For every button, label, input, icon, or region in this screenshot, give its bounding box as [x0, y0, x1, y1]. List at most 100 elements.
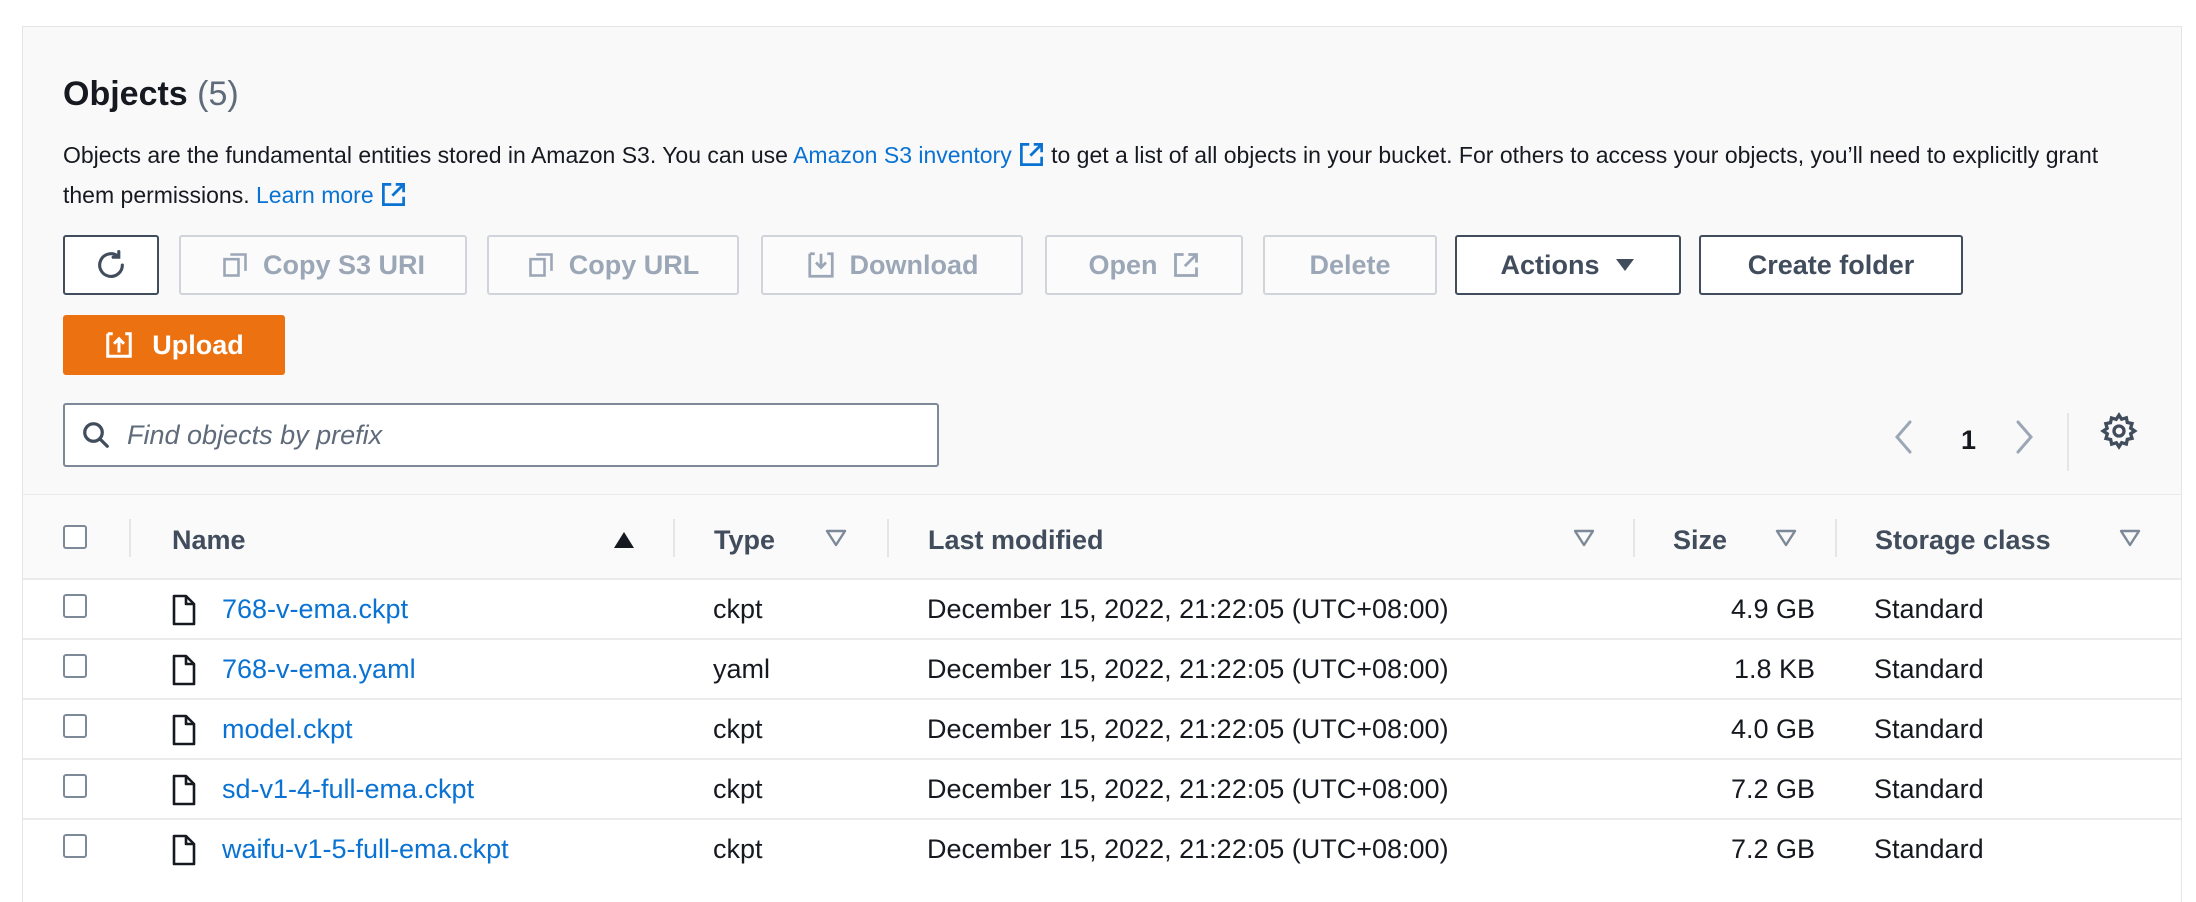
- file-icon: [172, 594, 196, 626]
- object-size: 7.2 GB: [1730, 834, 1815, 864]
- object-last-modified: December 15, 2022, 21:22:05 (UTC+08:00): [927, 654, 1449, 684]
- objects-title-text: Objects: [63, 75, 188, 113]
- search-icon: [83, 422, 109, 448]
- object-name-link[interactable]: 768-v-ema.ckpt: [222, 594, 408, 625]
- refresh-button[interactable]: [63, 235, 159, 295]
- file-icon: [172, 714, 196, 746]
- object-storage-class: Standard: [1874, 834, 1984, 864]
- object-last-modified: December 15, 2022, 21:22:05 (UTC+08:00): [927, 834, 1449, 864]
- caret-down-icon: [1615, 259, 1634, 271]
- gear-icon: [2100, 412, 2138, 450]
- object-size: 4.0 GB: [1730, 714, 1815, 744]
- row-checkbox[interactable]: [63, 714, 87, 738]
- column-divider: [1835, 519, 1837, 557]
- object-size: 1.8 KB: [1733, 654, 1815, 684]
- create-folder-button[interactable]: Create folder: [1699, 235, 1963, 295]
- copy-s3-uri-button[interactable]: Copy S3 URI: [179, 235, 467, 295]
- download-label: Download: [849, 249, 979, 280]
- table-row[interactable]: 768-v-ema.ckpt ckpt December 15, 2022, 2…: [23, 580, 2181, 640]
- preferences-button[interactable]: [2099, 412, 2139, 450]
- sort-icon[interactable]: [1775, 529, 1797, 547]
- copy-s3-uri-label: Copy S3 URI: [262, 249, 426, 280]
- table-row[interactable]: waifu-v1-5-full-ema.ckpt ckpt December 1…: [23, 820, 2181, 880]
- object-last-modified: December 15, 2022, 21:22:05 (UTC+08:00): [927, 594, 1449, 624]
- object-type: ckpt: [713, 594, 763, 624]
- copy-icon: [528, 253, 553, 277]
- row-checkbox[interactable]: [63, 594, 87, 618]
- sort-icon[interactable]: [1573, 529, 1595, 547]
- object-type: ckpt: [713, 834, 763, 864]
- file-icon: [172, 834, 196, 866]
- description-text-1: Objects are the fundamental entities sto…: [63, 142, 794, 168]
- copy-url-label: Copy URL: [568, 249, 700, 280]
- object-storage-class: Standard: [1874, 654, 1984, 684]
- row-checkbox[interactable]: [63, 774, 87, 798]
- table-row[interactable]: sd-v1-4-full-ema.ckpt ckpt December 15, …: [23, 760, 2181, 820]
- table-row[interactable]: 768-v-ema.yaml yaml December 15, 2022, 2…: [23, 640, 2181, 700]
- object-storage-class: Standard: [1874, 714, 1984, 744]
- actions-label: Actions: [1500, 249, 1600, 280]
- sort-icon[interactable]: [825, 529, 847, 547]
- refresh-icon: [98, 249, 124, 278]
- learn-more-link[interactable]: Learn more: [256, 182, 407, 208]
- objects-count: (5): [197, 75, 239, 113]
- copy-url-button[interactable]: Copy URL: [487, 235, 739, 295]
- objects-description: Objects are the fundamental entities sto…: [63, 135, 2143, 215]
- upload-label: Upload: [152, 329, 244, 360]
- inventory-link[interactable]: Amazon S3 inventory: [793, 142, 1045, 168]
- row-checkbox[interactable]: [63, 834, 87, 858]
- external-link-icon: [381, 183, 405, 206]
- pagination-divider: [2067, 413, 2069, 471]
- create-folder-label: Create folder: [1747, 249, 1915, 280]
- table-header: Name Type Last modified Size Storage cla…: [23, 494, 2181, 580]
- object-name-link[interactable]: sd-v1-4-full-ema.ckpt: [222, 774, 474, 805]
- select-all-checkbox[interactable]: [63, 525, 87, 549]
- open-button[interactable]: Open: [1045, 235, 1243, 295]
- column-header-size[interactable]: Size: [1673, 525, 1727, 556]
- object-size: 7.2 GB: [1730, 774, 1815, 804]
- column-header-type[interactable]: Type: [714, 525, 775, 556]
- sort-icon[interactable]: [2119, 529, 2141, 547]
- previous-page-button[interactable]: [1893, 419, 1915, 455]
- external-link-icon: [1019, 143, 1043, 166]
- column-divider: [673, 519, 675, 557]
- chevron-right-icon: [2016, 420, 2033, 454]
- column-header-storage-class[interactable]: Storage class: [1875, 525, 2051, 556]
- object-name-link[interactable]: model.ckpt: [222, 714, 353, 745]
- column-header-last-modified[interactable]: Last modified: [928, 525, 1104, 556]
- object-storage-class: Standard: [1874, 774, 1984, 804]
- search-input[interactable]: [125, 418, 889, 452]
- actions-dropdown[interactable]: Actions: [1455, 235, 1681, 295]
- file-icon: [172, 774, 196, 806]
- sort-ascending-icon[interactable]: [613, 531, 635, 549]
- search-field[interactable]: [63, 403, 939, 467]
- object-type: ckpt: [713, 714, 763, 744]
- row-checkbox[interactable]: [63, 654, 87, 678]
- page-number-1[interactable]: 1: [1961, 425, 1976, 456]
- object-name-link[interactable]: 768-v-ema.yaml: [222, 654, 416, 685]
- upload-icon: [106, 332, 132, 358]
- learn-more-label: Learn more: [256, 182, 374, 208]
- object-last-modified: December 15, 2022, 21:22:05 (UTC+08:00): [927, 714, 1449, 744]
- download-icon: [807, 252, 834, 278]
- upload-button[interactable]: Upload: [63, 315, 285, 375]
- object-size: 4.9 GB: [1730, 594, 1815, 624]
- column-divider: [1633, 519, 1635, 557]
- object-type: yaml: [713, 654, 771, 684]
- delete-label: Delete: [1309, 249, 1391, 280]
- copy-icon: [223, 253, 247, 277]
- column-divider: [129, 519, 131, 557]
- download-button[interactable]: Download: [761, 235, 1023, 295]
- object-type: ckpt: [713, 774, 763, 804]
- open-label: Open: [1088, 249, 1158, 280]
- table-row[interactable]: model.ckpt ckpt December 15, 2022, 21:22…: [23, 700, 2181, 760]
- inventory-link-label: Amazon S3 inventory: [793, 142, 1012, 168]
- objects-table: Name Type Last modified Size Storage cla…: [23, 494, 2181, 902]
- chevron-left-icon: [1895, 420, 1912, 454]
- objects-title: Objects (5): [63, 75, 239, 114]
- object-name-link[interactable]: waifu-v1-5-full-ema.ckpt: [222, 834, 509, 865]
- delete-button[interactable]: Delete: [1263, 235, 1437, 295]
- object-storage-class: Standard: [1874, 594, 1984, 624]
- column-header-name[interactable]: Name: [172, 525, 246, 556]
- next-page-button[interactable]: [2013, 419, 2035, 455]
